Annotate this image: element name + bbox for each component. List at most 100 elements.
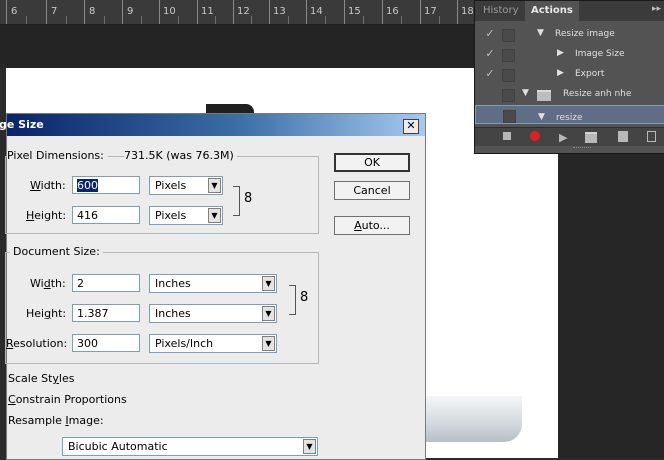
action-label: resize: [556, 113, 583, 123]
pixel-height-unit-select[interactable]: Pixels ▼: [149, 206, 223, 225]
ruler-number: 8: [89, 6, 96, 17]
action-row-resize[interactable]: ▼ resize: [475, 105, 664, 124]
collapse-triangle-icon[interactable]: ▶: [557, 68, 564, 78]
doc-width-label: Width:: [30, 277, 66, 290]
ruler-number: 17: [424, 6, 437, 17]
ruler-tick: [344, 0, 345, 24]
pixel-dimensions-label: Pixel Dimensions:: [7, 149, 108, 162]
checkmark-icon[interactable]: ✓: [483, 67, 497, 80]
chevron-down-icon[interactable]: ▼: [262, 336, 275, 351]
chevron-down-icon[interactable]: ▼: [208, 208, 221, 223]
doc-width-unit-select[interactable]: Inches ▼: [149, 274, 277, 293]
dialog-toggle-box[interactable]: [502, 29, 515, 42]
expand-triangle-icon[interactable]: ▼: [522, 88, 529, 98]
ruler-tick: [197, 0, 198, 24]
action-set-resize-anh-nhe[interactable]: ▼ Resize anh nhe: [475, 85, 664, 105]
ruler-tick: [306, 0, 307, 24]
resolution-unit-select[interactable]: Pixels/Inch ▼: [149, 334, 277, 353]
action-set-label: Resize anh nhe: [563, 89, 632, 99]
resolution-input[interactable]: 300: [72, 334, 140, 352]
action-label: Export: [575, 69, 605, 79]
chevron-down-icon[interactable]: ▼: [262, 306, 275, 321]
dialog-toggle-box[interactable]: [502, 89, 515, 102]
doc-height-label: Height:: [26, 307, 67, 320]
scale-styles-checkbox[interactable]: Scale Styles: [8, 372, 74, 385]
dialog-title: ge Size: [0, 118, 44, 131]
pixel-width-unit-select[interactable]: Pixels ▼: [149, 176, 223, 195]
ruler-tick: [457, 0, 458, 24]
panel-resize-grip[interactable]: [573, 147, 591, 151]
action-row-image-size[interactable]: ✓ ▶ Image Size: [475, 45, 664, 65]
doc-height-input[interactable]: 1.387: [72, 304, 140, 322]
panel-bottom-toolbar: ▶: [475, 127, 664, 146]
ruler-number: 16: [386, 6, 399, 17]
actions-panel: History Actions ▸▸ ✓ ▼ Resize image ✓ ▶ …: [474, 0, 664, 154]
close-button[interactable]: ✕: [403, 119, 419, 134]
record-icon[interactable]: [530, 131, 540, 141]
ruler-number: 13: [273, 6, 286, 17]
ok-button[interactable]: OK: [334, 153, 410, 172]
action-row-export[interactable]: ✓ ▶ Export: [475, 65, 664, 85]
expand-triangle-icon[interactable]: ▼: [538, 109, 545, 126]
ruler-number: 10: [163, 6, 176, 17]
new-action-icon[interactable]: [618, 131, 628, 142]
document-size-label: Document Size:: [10, 245, 103, 258]
chevron-down-icon[interactable]: ▼: [303, 439, 316, 454]
constrain-proportions-checkbox[interactable]: Constrain Proportions: [8, 393, 127, 406]
new-set-icon[interactable]: [585, 132, 597, 143]
doc-height-unit-select[interactable]: Inches ▼: [149, 304, 277, 323]
ruler-number: 6: [11, 6, 18, 17]
folder-icon: [537, 90, 551, 101]
chevron-down-icon[interactable]: ▼: [262, 276, 275, 291]
resample-image-checkbox[interactable]: Resample Image:: [8, 414, 104, 427]
panel-tab-bar: History Actions ▸▸: [475, 1, 664, 21]
pixel-width-label: Width:: [30, 179, 66, 192]
ruler-tick: [159, 0, 160, 24]
chain-link-icon: 8: [300, 290, 309, 305]
tab-actions[interactable]: Actions: [525, 1, 579, 21]
chain-link-icon: 8: [244, 191, 253, 206]
expand-triangle-icon[interactable]: ▼: [537, 28, 544, 38]
ruler-tick: [46, 0, 47, 24]
stop-icon[interactable]: [503, 132, 511, 140]
auto-button[interactable]: Auto...: [334, 216, 410, 235]
delete-icon[interactable]: [647, 131, 656, 142]
ruler-number: 18: [461, 6, 474, 17]
ruler-number: 14: [310, 6, 323, 17]
pixel-dimensions-value: 731.5K (was 76.3M): [124, 149, 237, 162]
collapse-triangle-icon[interactable]: ▶: [557, 48, 564, 58]
ruler-tick: [382, 0, 383, 24]
action-row-resize-image[interactable]: ✓ ▼ Resize image: [475, 25, 664, 45]
pixel-width-input[interactable]: 600: [72, 176, 140, 194]
ruler-tick: [122, 0, 123, 24]
chevron-down-icon[interactable]: ▼: [208, 178, 221, 193]
checkmark-icon[interactable]: ✓: [483, 27, 497, 40]
tab-history[interactable]: History: [477, 1, 525, 21]
image-size-dialog: ge Size ✕ Pixel Dimensions: 731.5K (was …: [0, 113, 426, 460]
cancel-button[interactable]: Cancel: [334, 181, 410, 200]
pixel-link-bracket: [233, 186, 240, 216]
ruler-number: 15: [348, 6, 361, 17]
ruler-tick: [6, 0, 7, 24]
dialog-titlebar[interactable]: ge Size ✕: [0, 114, 425, 136]
checkmark-icon[interactable]: ✓: [483, 47, 497, 60]
pixel-height-input[interactable]: 416: [72, 206, 140, 224]
dialog-toggle-box[interactable]: [502, 69, 515, 82]
ruler-number: 7: [51, 6, 58, 17]
action-label: Image Size: [575, 49, 625, 59]
resample-method-select[interactable]: Bicubic Automatic ▼: [62, 437, 318, 456]
play-icon[interactable]: ▶: [559, 131, 567, 144]
ruler-tick: [269, 0, 270, 24]
dialog-toggle-box[interactable]: [503, 110, 516, 123]
dialog-toggle-box[interactable]: [502, 49, 515, 62]
ruler-number: 9: [127, 6, 134, 17]
laptop-image-base: [422, 396, 522, 442]
panel-menu-icon[interactable]: ▸▸: [652, 4, 661, 14]
ruler-tick: [84, 0, 85, 24]
ruler-tick: [420, 0, 421, 24]
ruler-tick: [233, 0, 234, 24]
action-label: Resize image: [555, 29, 615, 39]
ruler-number: 12: [237, 6, 250, 17]
doc-link-bracket: [289, 285, 296, 315]
doc-width-input[interactable]: 2: [72, 274, 140, 292]
